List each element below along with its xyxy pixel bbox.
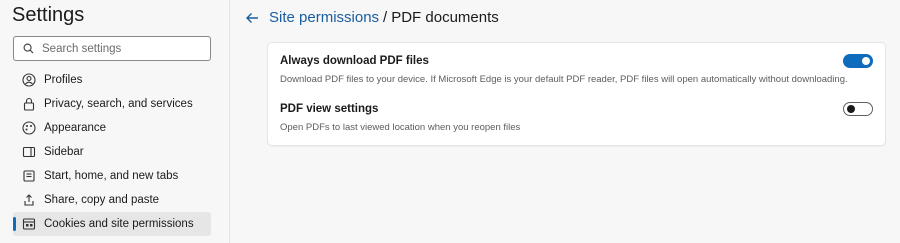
share-icon: [21, 192, 37, 208]
sidebar-item-profiles[interactable]: Profiles: [13, 68, 211, 92]
sidebar-item-label: Privacy, search, and services: [44, 98, 193, 110]
sidebar-item-start-home[interactable]: Start, home, and new tabs: [13, 164, 211, 188]
pdf-view-toggle[interactable]: [843, 102, 873, 116]
setting-row-pdf-view: PDF view settings Open PDFs to last view…: [280, 102, 873, 133]
setting-description: Download PDF files to your device. If Mi…: [280, 74, 848, 85]
always-download-toggle[interactable]: [843, 54, 873, 68]
breadcrumb-separator: /: [383, 9, 388, 26]
settings-sidebar: Settings Profiles Privacy, search, and s…: [0, 0, 230, 243]
back-arrow-icon[interactable]: [244, 10, 260, 26]
setting-row-always-download: Always download PDF files Download PDF f…: [280, 54, 873, 85]
toggle-knob: [862, 57, 870, 65]
sidebar-item-label: Cookies and site permissions: [44, 218, 194, 230]
sidebar-icon: [21, 144, 37, 160]
profile-icon: [21, 72, 37, 88]
cookies-icon: [21, 216, 37, 232]
setting-title: Always download PDF files: [280, 55, 429, 67]
sidebar-item-label: Start, home, and new tabs: [44, 170, 179, 182]
search-box[interactable]: [13, 36, 211, 61]
sidebar-nav: Profiles Privacy, search, and services A…: [13, 68, 211, 236]
sidebar-item-label: Profiles: [44, 74, 83, 86]
toggle-knob: [847, 105, 855, 113]
breadcrumb: Site permissions / PDF documents: [244, 9, 499, 26]
sidebar-title: Settings: [12, 4, 85, 26]
sidebar-item-label: Sidebar: [44, 146, 84, 158]
sidebar-item-cookies[interactable]: Cookies and site permissions: [13, 212, 211, 236]
breadcrumb-site-permissions-link[interactable]: Site permissions: [269, 9, 379, 26]
setting-title: PDF view settings: [280, 103, 379, 115]
search-icon: [23, 43, 34, 54]
sidebar-item-share[interactable]: Share, copy and paste: [13, 188, 211, 212]
sidebar-item-sidebar[interactable]: Sidebar: [13, 140, 211, 164]
appearance-icon: [21, 120, 37, 136]
setting-description: Open PDFs to last viewed location when y…: [280, 122, 521, 133]
page-title: PDF documents: [391, 9, 499, 26]
sidebar-item-privacy[interactable]: Privacy, search, and services: [13, 92, 211, 116]
pdf-settings-card: Always download PDF files Download PDF f…: [268, 43, 885, 145]
home-icon: [21, 168, 37, 184]
search-input[interactable]: [42, 42, 202, 55]
main-content: Site permissions / PDF documents Always …: [230, 0, 900, 243]
sidebar-item-label: Appearance: [44, 122, 107, 134]
sidebar-item-label: Share, copy and paste: [44, 194, 160, 206]
lock-icon: [21, 96, 37, 112]
sidebar-item-appearance[interactable]: Appearance: [13, 116, 211, 140]
